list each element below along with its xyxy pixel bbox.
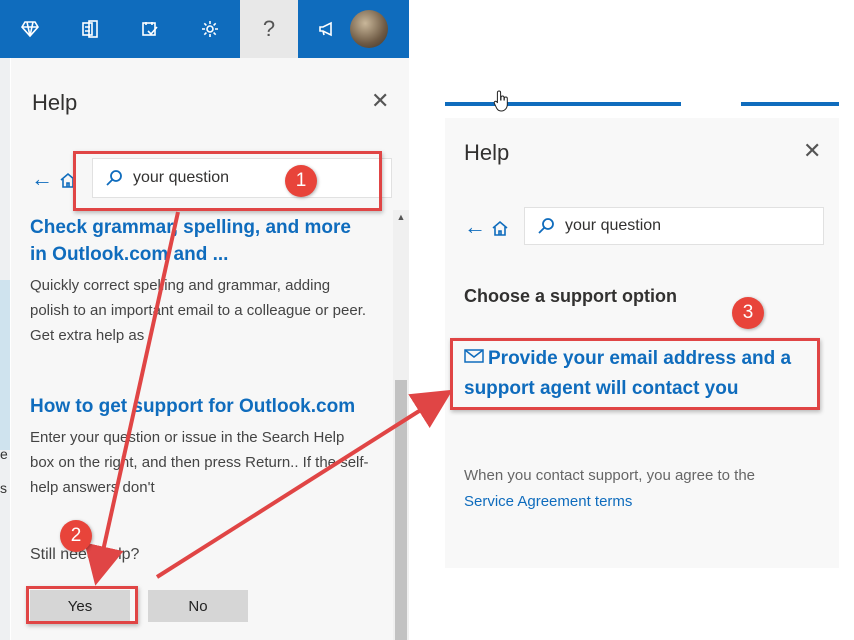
background-strip <box>0 58 10 640</box>
scrollbar[interactable]: ▲ <box>393 210 409 640</box>
highlight-box-yes <box>26 586 138 624</box>
gear-icon[interactable] <box>180 0 240 58</box>
step-badge-1: 1 <box>285 165 317 197</box>
help-icon[interactable]: ? <box>240 0 298 58</box>
article-description: Enter your question or issue in the Sear… <box>30 429 369 496</box>
highlight-box-support-link <box>450 338 820 410</box>
terms-text: When you contact support, you agree to t… <box>464 463 814 515</box>
service-agreement-link[interactable]: Service Agreement terms <box>464 493 632 510</box>
diamond-icon[interactable] <box>0 0 60 58</box>
help-article: Check grammar, spelling, and more in Out… <box>30 214 370 348</box>
back-arrow-icon[interactable]: ← <box>31 166 53 192</box>
progress-segment <box>445 102 681 106</box>
avatar[interactable] <box>350 10 388 48</box>
terms-text-label: When you contact support, you agree to t… <box>464 467 756 484</box>
no-button[interactable]: No <box>148 590 248 622</box>
background-text-fragment: s <box>0 480 7 496</box>
choose-support-heading: Choose a support option <box>464 286 677 306</box>
top-bar: ? <box>0 0 409 58</box>
help-pane-left: Help ✕ ← Check grammar, spelling, and mo… <box>11 58 409 640</box>
office-apps-icon[interactable] <box>60 0 120 58</box>
step-badge-3: 3 <box>732 297 764 329</box>
home-icon[interactable] <box>491 219 509 237</box>
megaphone-icon[interactable] <box>306 0 348 58</box>
back-arrow-icon[interactable]: ← <box>464 214 486 240</box>
search-input[interactable] <box>563 216 787 236</box>
pane-title: Help <box>32 90 78 115</box>
article-title-link[interactable]: How to get support for Outlook.com <box>30 393 370 420</box>
progress-segment <box>741 102 839 106</box>
scroll-up-arrow-icon[interactable]: ▲ <box>393 210 409 224</box>
hand-cursor-icon <box>493 90 508 112</box>
article-description: Quickly correct spelling and grammar, ad… <box>30 277 367 344</box>
highlight-box-search <box>73 151 382 211</box>
scrollbar-thumb[interactable] <box>395 380 407 640</box>
search-icon <box>538 218 554 234</box>
help-glyph: ? <box>262 16 276 41</box>
search-box[interactable] <box>524 207 824 245</box>
step-badge-2: 2 <box>60 520 92 552</box>
close-icon[interactable]: ✕ <box>371 88 389 114</box>
pane-title: Help <box>464 140 510 165</box>
background-image <box>0 280 10 450</box>
close-icon[interactable]: ✕ <box>803 138 821 164</box>
help-article: How to get support for Outlook.com Enter… <box>30 393 370 500</box>
article-title-link[interactable]: Check grammar, spelling, and more in Out… <box>30 214 370 268</box>
tasks-check-icon[interactable] <box>120 0 180 58</box>
background-text-fragment: e <box>0 446 8 462</box>
